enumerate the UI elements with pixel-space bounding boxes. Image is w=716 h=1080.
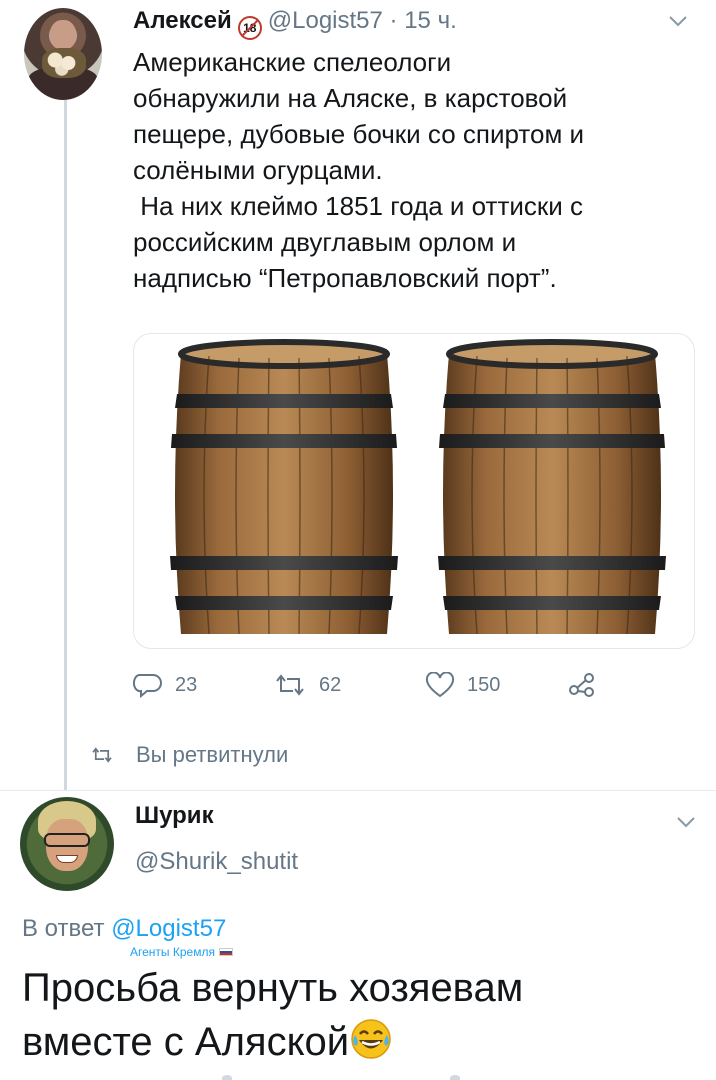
tweet-media-image[interactable] xyxy=(133,333,695,649)
retweet-icon xyxy=(276,674,304,696)
share-button[interactable] xyxy=(567,668,597,702)
tweet-text-paragraph-2: На них клеймо 1851 года и оттиски с росс… xyxy=(133,191,583,293)
like-icon xyxy=(425,672,455,698)
avatar-face xyxy=(50,20,76,50)
russia-flag-icon xyxy=(218,948,233,956)
reply-author-name[interactable]: Шурик xyxy=(135,801,214,831)
barrels-illustration xyxy=(134,334,695,649)
author-avatar[interactable] xyxy=(24,8,102,100)
tweet-text-paragraph-1: Американские спелеологи обнаружили на Ал… xyxy=(133,47,585,185)
mention-tag-text: Агенты Кремля xyxy=(130,945,215,959)
thread-connector xyxy=(64,100,67,790)
reply-author-handle[interactable]: @Shurik_shutit xyxy=(135,847,298,877)
age-restriction-icon: 18 xyxy=(237,16,262,40)
reply-text: Просьба вернуть хозяевам вместе с Аляско… xyxy=(22,961,702,1069)
avatar-bouquet xyxy=(42,48,86,78)
reply-icon xyxy=(133,674,162,699)
retweeted-indicator: Вы ретвитнули xyxy=(90,738,288,772)
mention-tag: Агенты Кремля xyxy=(130,945,233,959)
share-icon xyxy=(569,673,594,697)
chevron-down-icon[interactable] xyxy=(676,815,696,829)
reply-count: 23 xyxy=(175,673,198,696)
tweet-actions: 23 62 150 xyxy=(133,668,603,702)
avatar-glasses xyxy=(44,833,90,847)
like-count: 150 xyxy=(467,673,501,696)
tweet-header: Алексей 18 @Logist57 · 15 ч. xyxy=(133,6,457,40)
retweet-count: 62 xyxy=(319,673,342,696)
reply-author-avatar[interactable] xyxy=(20,797,114,891)
reply-button[interactable]: 23 xyxy=(133,668,197,702)
reply-prefix: В ответ xyxy=(22,915,112,942)
tweet-reply[interactable]: Шурик @Shurik_shutit В ответ @Logist57 А… xyxy=(0,790,716,1080)
tears-of-joy-emoji-icon xyxy=(351,1019,391,1059)
tweet-time[interactable]: 15 ч. xyxy=(404,7,457,34)
author-handle[interactable]: @Logist57 xyxy=(268,7,383,34)
retweet-button[interactable]: 62 xyxy=(273,668,341,702)
tweet-main[interactable]: Алексей 18 @Logist57 · 15 ч. Американские … xyxy=(0,0,716,790)
chevron-down-icon[interactable] xyxy=(668,14,688,28)
next-content-cutoff xyxy=(0,1073,716,1080)
retweet-icon xyxy=(92,747,112,763)
reply-text-content: Просьба вернуть хозяевам вместе с Аляско… xyxy=(22,966,524,1064)
tweet-text: Американские спелеологи обнаружили на Ал… xyxy=(133,44,693,296)
retweeted-label: Вы ретвитнули xyxy=(136,742,289,767)
replying-to: В ответ @Logist57 xyxy=(22,914,226,944)
reply-mention-link[interactable]: @Logist57 xyxy=(111,915,226,942)
like-button[interactable]: 150 xyxy=(425,668,500,702)
header-separator: · xyxy=(382,7,405,34)
author-name[interactable]: Алексей xyxy=(133,7,232,34)
